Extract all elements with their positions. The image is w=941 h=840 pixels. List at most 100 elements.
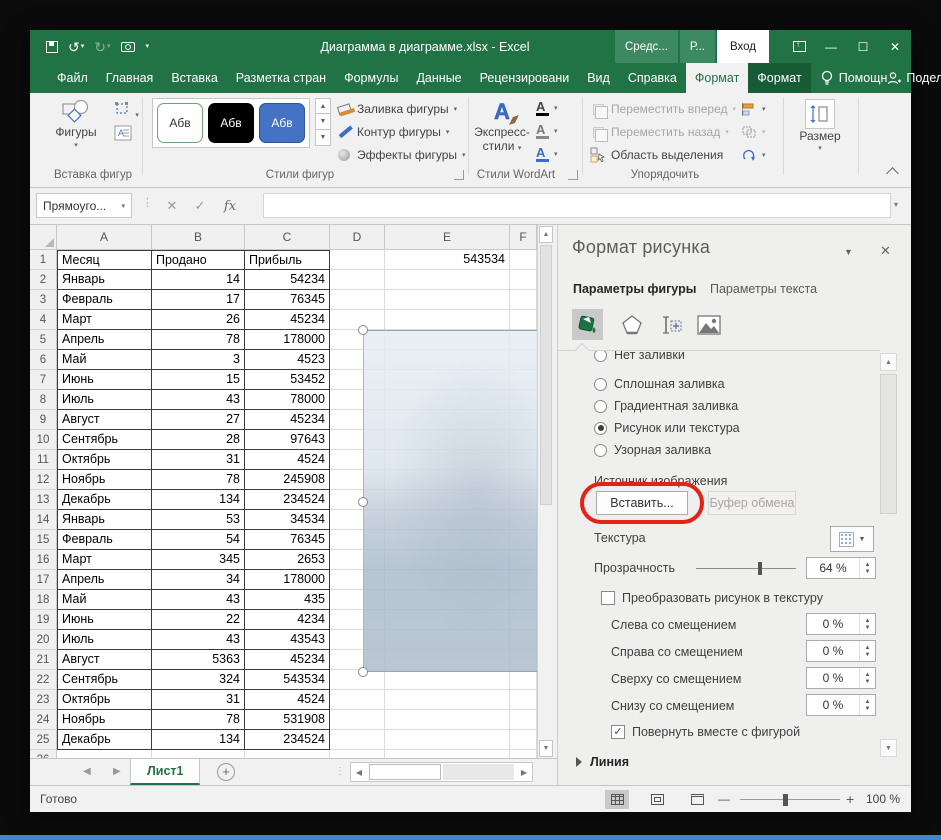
cell[interactable] [245,750,330,758]
cell[interactable]: 5363 [152,650,245,670]
expand-formula-bar-icon[interactable]: ▾ [894,200,898,209]
cell[interactable]: 78 [152,710,245,730]
cell[interactable]: Месяц [57,250,152,270]
fill-option-gradient[interactable]: Градиентная заливка [594,399,738,413]
ribbon-display-options-icon[interactable] [783,30,815,63]
column-header-D[interactable]: D [330,225,385,250]
cell[interactable]: Июль [57,630,152,650]
cell[interactable] [385,290,510,310]
cell[interactable]: 245908 [245,470,330,490]
cell[interactable]: 45234 [245,410,330,430]
cell[interactable]: 43543 [245,630,330,650]
shape-style-2[interactable]: Абв [208,103,254,143]
cell[interactable] [510,730,537,750]
cell[interactable]: 15 [152,370,245,390]
cell[interactable]: 43 [152,590,245,610]
background-window-1[interactable]: Средс... [615,30,678,63]
vertical-scrollbar-thumb[interactable] [540,245,552,505]
shape-styles-dialog-launcher-icon[interactable] [454,170,464,180]
ribbon-tab-insert[interactable]: Вставка [162,63,226,93]
cell[interactable]: Март [57,310,152,330]
gallery-down-icon[interactable]: ▼ [315,114,331,130]
cell[interactable]: 53452 [245,370,330,390]
align-button[interactable]: ▾ [742,99,766,119]
row-header-16[interactable]: 16 [30,550,57,570]
cell[interactable]: 134 [152,730,245,750]
insert-function-icon[interactable]: fx [218,195,242,217]
cell[interactable]: 28 [152,430,245,450]
ribbon-tab-help[interactable]: Справка [619,63,686,93]
cell[interactable]: 78 [152,330,245,350]
cell[interactable]: 76345 [245,530,330,550]
confirm-entry-icon[interactable]: ✓ [188,195,212,217]
clipboard-button[interactable]: Буфер обмена [708,491,796,515]
shapes-button[interactable]: Фигуры ▾ [52,99,100,149]
cell[interactable] [330,750,385,758]
help-tab[interactable]: Помощн [821,63,888,93]
horizontal-scrollbar[interactable]: ◀ ▶ [350,762,533,782]
cell[interactable]: 43 [152,390,245,410]
cell[interactable] [510,710,537,730]
cell[interactable]: Сентябрь [57,430,152,450]
row-header-8[interactable]: 8 [30,390,57,410]
pane-close-icon[interactable]: ✕ [880,243,891,259]
text-fill-button[interactable]: А▾ [536,98,558,118]
zoom-out-icon[interactable]: — [718,792,730,806]
minimize-button[interactable]: — [815,30,847,63]
vertical-scrollbar[interactable]: ▲ ▼ [537,225,553,758]
cell[interactable]: Июль [57,390,152,410]
send-backward-button[interactable]: Переместить назад▾ [590,122,729,142]
camera-icon[interactable] [121,42,135,52]
row-header-5[interactable]: 5 [30,330,57,350]
transparency-spinner[interactable]: 64 % ▲▼ [806,557,876,579]
effects-icon[interactable] [616,309,647,340]
cell[interactable]: Июнь [57,610,152,630]
row-header-19[interactable]: 19 [30,610,57,630]
rotate-button[interactable]: ▾ [742,145,766,165]
cell[interactable]: 178000 [245,330,330,350]
cell[interactable]: 27 [152,410,245,430]
cell[interactable]: 97643 [245,430,330,450]
cell[interactable]: Прибыль [245,250,330,270]
cell[interactable]: Январь [57,270,152,290]
cell[interactable] [385,730,510,750]
row-header-9[interactable]: 9 [30,410,57,430]
spinner-arrows-icon[interactable]: ▲▼ [859,695,875,715]
horizontal-scrollbar-thumb[interactable] [369,764,441,780]
shape-style-3[interactable]: Абв [259,103,305,143]
row-header-21[interactable]: 21 [30,650,57,670]
cell[interactable]: Октябрь [57,450,152,470]
cell[interactable] [330,710,385,730]
transparency-slider[interactable] [696,568,796,569]
group-objects-button[interactable]: ▾ [742,122,766,142]
formula-input[interactable] [263,193,891,218]
cell[interactable] [510,670,537,690]
column-header-F[interactable]: F [510,225,537,250]
cell[interactable]: 43 [152,630,245,650]
cell[interactable]: 4234 [245,610,330,630]
offset-bottom-spinner[interactable]: 0 % ▲▼ [806,694,876,716]
cell[interactable] [510,270,537,290]
cell[interactable]: 31 [152,690,245,710]
fill-option-solid[interactable]: Сплошная заливка [594,377,725,391]
cell[interactable] [510,250,537,270]
share-button[interactable]: Поделиться [887,63,941,93]
collapse-ribbon-icon[interactable] [886,167,899,180]
cell[interactable]: 4524 [245,450,330,470]
selection-pane-button[interactable]: Область выделения [590,145,723,165]
row-header-10[interactable]: 10 [30,430,57,450]
cancel-entry-icon[interactable]: ✕ [160,195,184,217]
cell[interactable]: 4523 [245,350,330,370]
cell[interactable] [385,690,510,710]
cell[interactable]: Январь [57,510,152,530]
text-box-icon[interactable]: A [114,125,132,144]
select-all-corner[interactable] [30,225,57,250]
cell[interactable]: 54 [152,530,245,550]
cell[interactable]: 3 [152,350,245,370]
zoom-in-icon[interactable]: + [846,791,854,807]
gallery-more-icon[interactable]: ▼ [315,130,331,146]
cell[interactable]: 76345 [245,290,330,310]
ribbon-tab-home[interactable]: Главная [97,63,163,93]
cell[interactable]: 78000 [245,390,330,410]
picture-icon[interactable] [693,309,724,340]
